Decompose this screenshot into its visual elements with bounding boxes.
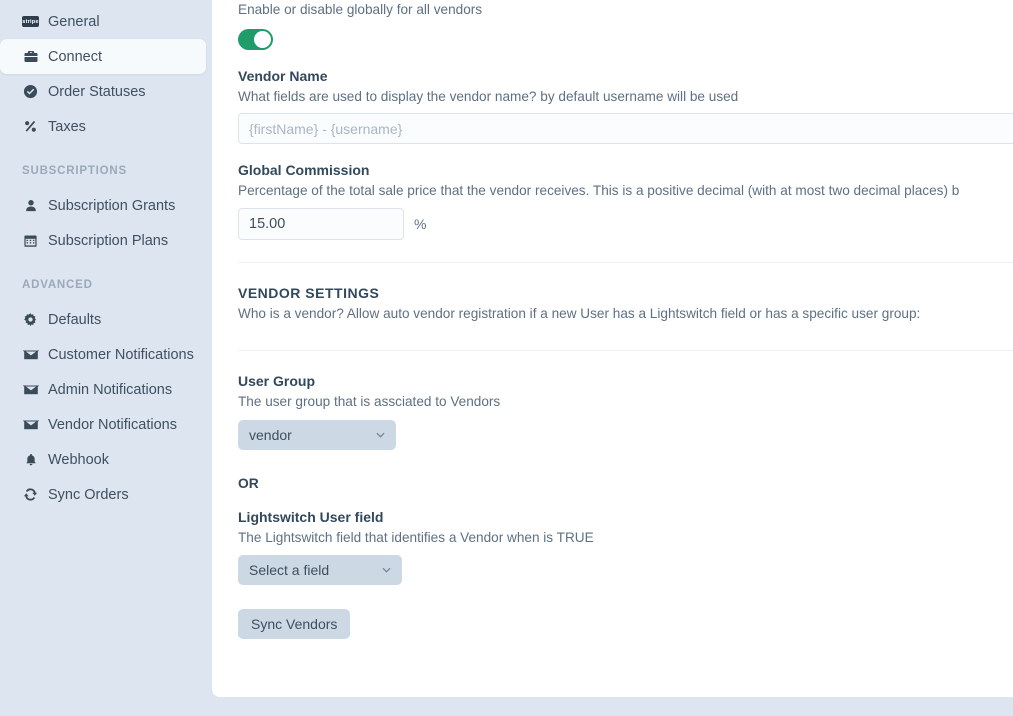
- vendor-name-group: Vendor Name What fields are used to disp…: [238, 67, 1013, 145]
- global-commission-input[interactable]: [238, 208, 404, 241]
- sidebar-item-label: Subscription Plans: [48, 232, 169, 249]
- user-group-select[interactable]: vendor: [238, 419, 396, 450]
- sidebar-item-subscription-grants[interactable]: Subscription Grants: [0, 188, 206, 223]
- sidebar-item-label: Webhook: [48, 451, 109, 468]
- user-group-group: User Group The user group that is asscia…: [238, 373, 987, 450]
- sidebar-item-subscription-plans[interactable]: Subscription Plans: [0, 223, 206, 258]
- sidebar-item-label: Customer Notifications: [48, 346, 194, 363]
- divider: [238, 262, 1013, 264]
- sidebar-item-label: Vendor Notifications: [48, 416, 177, 433]
- sidebar-item-webhook[interactable]: Webhook: [0, 442, 206, 477]
- sidebar-item-label: Taxes: [48, 118, 86, 135]
- sidebar-item-order-statuses[interactable]: Order Statuses: [0, 74, 206, 109]
- sidebar-item-admin-notifications[interactable]: Admin Notifications: [0, 372, 206, 407]
- briefcase-icon: [22, 48, 39, 65]
- vendor-settings-group: VENDOR SETTINGS Who is a vendor? Allow a…: [238, 285, 987, 324]
- user-group-description: The user group that is assciated to Vend…: [238, 393, 501, 409]
- lightswitch-label: Lightswitch User field: [238, 508, 384, 525]
- divider: [238, 349, 1013, 351]
- sidebar: stripe General Connect Order Statuses Ta…: [0, 0, 212, 716]
- sidebar-section-advanced: ADVANCED: [22, 279, 93, 291]
- vendor-name-input[interactable]: [238, 113, 1013, 145]
- lightswitch-description: The Lightswitch field that identifies a …: [238, 529, 594, 545]
- sidebar-item-label: Sync Orders: [48, 486, 129, 503]
- global-commission-group: Global Commission Percentage of the tota…: [238, 162, 987, 241]
- lightswitch-select[interactable]: Select a field: [238, 555, 402, 586]
- vendor-settings-description: Who is a vendor? Allow auto vendor regis…: [238, 306, 921, 322]
- enable-globally-toggle[interactable]: [238, 28, 273, 50]
- gear-icon: [22, 311, 39, 328]
- sidebar-item-label: Connect: [48, 48, 103, 65]
- or-label: OR: [238, 475, 259, 491]
- sidebar-item-label: Order Statuses: [48, 83, 146, 100]
- sidebar-item-defaults[interactable]: Defaults: [0, 302, 206, 337]
- envelope-icon: [22, 381, 39, 398]
- lightswitch-group: Lightswitch User field The Lightswitch f…: [238, 509, 987, 586]
- vendor-settings-title: VENDOR SETTINGS: [238, 285, 380, 302]
- user-group-label: User Group: [238, 372, 316, 389]
- envelope-icon: [22, 346, 39, 363]
- stripe-logo-icon: stripe: [22, 13, 39, 30]
- refresh-icon: [22, 486, 39, 503]
- enable-globally-description: Enable or disable globally for all vendo…: [238, 2, 483, 17]
- percent-icon: [22, 118, 39, 135]
- user-icon: [22, 197, 39, 214]
- sidebar-item-label: General: [48, 13, 100, 30]
- check-circle-icon: [22, 83, 39, 100]
- sidebar-item-general[interactable]: stripe General: [0, 4, 206, 39]
- sidebar-item-label: Subscription Grants: [48, 197, 176, 214]
- sidebar-item-customer-notifications[interactable]: Customer Notifications: [0, 337, 206, 372]
- settings-card: Enable or disable globally for all vendo…: [212, 0, 1013, 697]
- sidebar-item-label: Defaults: [48, 311, 102, 328]
- percent-symbol: %: [414, 216, 427, 233]
- vendor-name-label: Vendor Name: [238, 67, 328, 84]
- enable-globally-group: Enable or disable globally for all vendo…: [238, 0, 987, 50]
- sidebar-item-label: Admin Notifications: [48, 381, 173, 398]
- sidebar-section-subscriptions: SUBSCRIPTIONS: [22, 165, 127, 177]
- calendar-icon: [22, 232, 39, 249]
- vendor-name-description: What fields are used to display the vend…: [238, 88, 739, 104]
- sync-vendors-button[interactable]: Sync Vendors: [238, 609, 351, 640]
- user-group-select-wrapper: vendor: [238, 419, 396, 450]
- sidebar-item-connect[interactable]: Connect: [0, 39, 206, 74]
- sidebar-item-sync-orders[interactable]: Sync Orders: [0, 477, 206, 512]
- toggle-knob: [254, 30, 271, 48]
- global-commission-label: Global Commission: [238, 162, 370, 179]
- sidebar-item-vendor-notifications[interactable]: Vendor Notifications: [0, 407, 206, 442]
- global-commission-description: Percentage of the total sale price that …: [238, 183, 960, 199]
- envelope-icon: [22, 416, 39, 433]
- lightswitch-select-wrapper: Select a field: [238, 555, 402, 586]
- bell-icon: [22, 451, 39, 468]
- settings-page: stripe General Connect Order Statuses Ta…: [0, 0, 1013, 716]
- sidebar-item-taxes[interactable]: Taxes: [0, 109, 206, 144]
